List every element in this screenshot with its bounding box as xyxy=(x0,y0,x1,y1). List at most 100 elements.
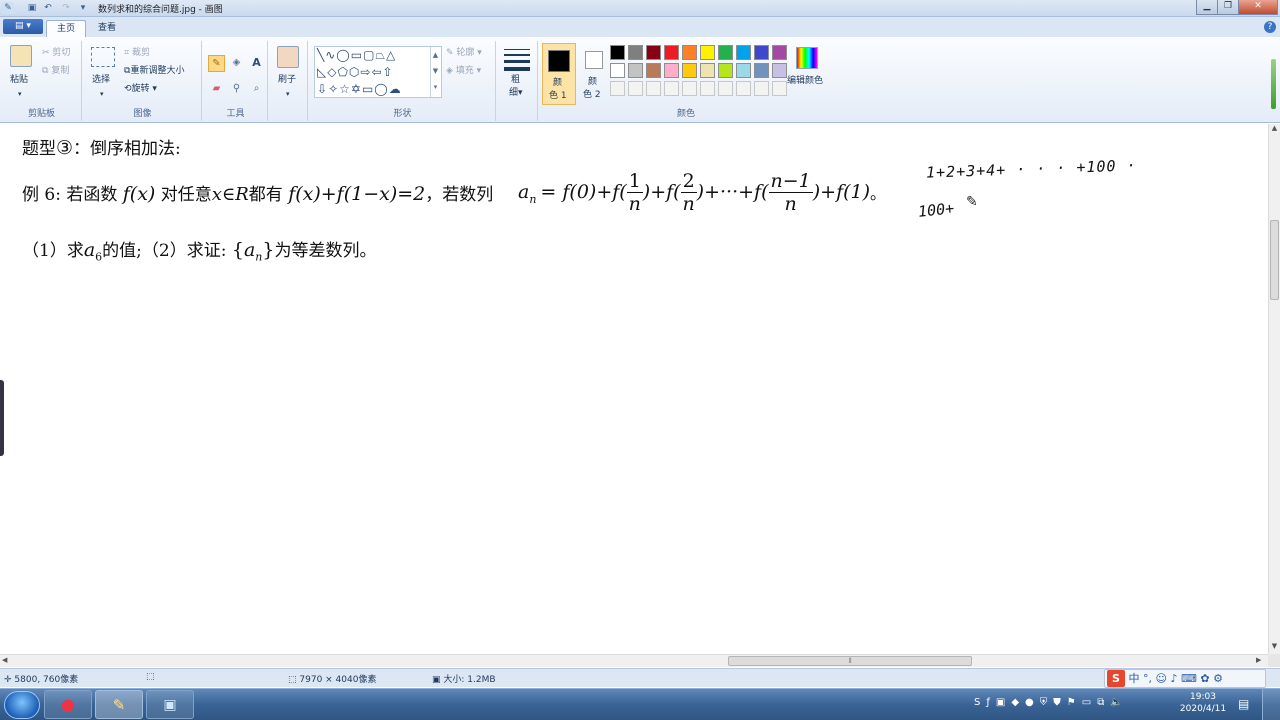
eraser-icon[interactable]: ▰ xyxy=(208,81,225,98)
copy-button[interactable]: ⧉ 复制 xyxy=(42,64,69,78)
callout-shape-icon[interactable]: ▭ xyxy=(362,82,374,96)
color1-button[interactable]: 颜 色 1 xyxy=(542,43,576,105)
outline-button[interactable]: ✎ 轮廓 ▾ xyxy=(446,46,482,60)
palette-color-swatch[interactable] xyxy=(646,45,661,60)
scroll-left-icon[interactable]: ◀ xyxy=(2,656,7,664)
ime-emoji-icon[interactable]: ☺ xyxy=(1156,672,1167,685)
paste-icon[interactable] xyxy=(10,45,32,67)
palette-custom-slot[interactable] xyxy=(754,81,769,96)
crop-button[interactable]: ⌗ 裁剪 xyxy=(124,46,150,60)
rectangle-shape-icon[interactable]: ▭ xyxy=(351,48,363,62)
palette-color-swatch[interactable] xyxy=(754,45,769,60)
tray-security-icon[interactable]: ⛨ xyxy=(1040,697,1054,708)
select-button[interactable]: 选择 xyxy=(92,73,110,87)
redo-icon[interactable]: ↷ xyxy=(60,2,72,14)
palette-color-swatch[interactable] xyxy=(772,63,787,78)
cut-button[interactable]: ✂ 剪切 xyxy=(42,46,70,60)
color-picker-icon[interactable]: ⚲ xyxy=(228,81,245,98)
polygon-shape-icon[interactable]: ⏢ xyxy=(375,48,386,62)
palette-color-swatch[interactable] xyxy=(646,63,661,78)
help-icon[interactable]: ? xyxy=(1264,21,1276,33)
six-point-star-shape-icon[interactable]: ✡ xyxy=(351,82,362,96)
tray-display-icon[interactable]: ▭ xyxy=(1082,697,1097,708)
palette-color-swatch[interactable] xyxy=(628,45,643,60)
scroll-right-icon[interactable]: ▶ xyxy=(1256,656,1261,664)
maximize-button[interactable]: ❐ xyxy=(1217,0,1239,15)
customize-quick-access-icon[interactable]: ▾ xyxy=(77,2,89,14)
palette-custom-slot[interactable] xyxy=(736,81,751,96)
save-icon[interactable]: ▣ xyxy=(26,2,38,14)
horizontal-scrollbar[interactable]: ◀ ⦀ ▶ xyxy=(0,654,1268,667)
paste-button[interactable]: 粘贴 xyxy=(10,73,28,87)
tray-network-icon[interactable]: ⧉ xyxy=(1097,697,1110,708)
edit-colors-icon[interactable] xyxy=(796,47,818,69)
pencil-icon[interactable]: ✎ xyxy=(208,55,225,72)
select-dropdown-icon[interactable]: ▾ xyxy=(100,87,104,101)
start-button[interactable] xyxy=(4,691,40,719)
hexagon-shape-icon[interactable]: ⬡ xyxy=(349,65,360,79)
five-point-star-shape-icon[interactable]: ☆ xyxy=(339,82,351,96)
palette-custom-slot[interactable] xyxy=(610,81,625,96)
cloud-callout-shape-icon[interactable]: ☁ xyxy=(389,82,402,96)
palette-custom-slot[interactable] xyxy=(682,81,697,96)
four-point-star-shape-icon[interactable]: ✧ xyxy=(328,82,339,96)
down-arrow-shape-icon[interactable]: ⇩ xyxy=(317,82,328,96)
tray-volume-icon[interactable]: 🔈 xyxy=(1110,697,1128,708)
palette-color-swatch[interactable] xyxy=(610,63,625,78)
scroll-down-icon[interactable]: ▼ xyxy=(1269,642,1280,653)
magnifier-icon[interactable]: ⌕ xyxy=(248,81,265,98)
oval-shape-icon[interactable]: ◯ xyxy=(336,48,350,62)
palette-custom-slot[interactable] xyxy=(664,81,679,96)
side-tab-handle[interactable] xyxy=(0,380,4,456)
palette-color-swatch[interactable] xyxy=(610,45,625,60)
vertical-scroll-thumb[interactable] xyxy=(1270,220,1279,300)
ime-skin-icon[interactable]: ✿ xyxy=(1200,672,1209,685)
action-center-icon[interactable]: ▤ xyxy=(1238,697,1249,711)
brush-icon[interactable] xyxy=(277,46,299,68)
palette-color-swatch[interactable] xyxy=(628,63,643,78)
palette-color-swatch[interactable] xyxy=(772,45,787,60)
size-label-thick[interactable]: 粗 xyxy=(511,73,520,87)
line-size-icon[interactable] xyxy=(504,49,530,71)
rounded-rectangle-shape-icon[interactable]: ▢ xyxy=(363,48,375,62)
tray-sogou-icon[interactable]: S xyxy=(974,697,986,708)
line-shape-icon[interactable]: ╲ xyxy=(317,48,325,62)
ime-punctuation[interactable]: °, xyxy=(1143,672,1152,685)
sogou-icon[interactable]: S xyxy=(1107,670,1125,687)
oval-callout-shape-icon[interactable]: ◯ xyxy=(374,82,388,96)
ime-voice-icon[interactable]: ♪ xyxy=(1170,672,1177,685)
color2-button[interactable]: 颜 色 2 xyxy=(580,43,612,105)
taskbar-paint-icon[interactable]: ✎ xyxy=(95,690,143,719)
right-triangle-shape-icon[interactable]: ◺ xyxy=(317,65,327,79)
resize-button[interactable]: ⧉重新调整大小 xyxy=(124,64,184,78)
tab-home[interactable]: 主页 xyxy=(46,20,87,37)
up-arrow-shape-icon[interactable]: ⇧ xyxy=(383,65,394,79)
ime-keyboard-icon[interactable]: ⌨ xyxy=(1181,672,1197,685)
palette-custom-slot[interactable] xyxy=(700,81,715,96)
palette-color-swatch[interactable] xyxy=(736,45,751,60)
palette-color-swatch[interactable] xyxy=(736,63,751,78)
palette-color-swatch[interactable] xyxy=(682,63,697,78)
ime-tools-icon[interactable]: ⚙ xyxy=(1213,672,1223,685)
right-arrow-shape-icon[interactable]: ⇨ xyxy=(360,65,371,79)
palette-custom-slot[interactable] xyxy=(772,81,787,96)
triangle-shape-icon[interactable]: △ xyxy=(386,48,396,62)
close-button[interactable]: ✕ xyxy=(1238,0,1278,15)
brushes-button[interactable]: 刷子 xyxy=(278,73,296,87)
palette-custom-slot[interactable] xyxy=(646,81,661,96)
palette-custom-slot[interactable] xyxy=(628,81,643,96)
palette-custom-slot[interactable] xyxy=(718,81,733,96)
edit-colors-button[interactable]: 编辑颜色 xyxy=(787,74,823,88)
clock[interactable]: 19:03 2020/4/11 xyxy=(1178,692,1228,714)
minimize-button[interactable]: ▁ xyxy=(1196,0,1218,15)
drawing-canvas[interactable]: 题型③：倒序相加法: 例 6: 若函数 f(x) 对任意x∈R都有 f(x)+f… xyxy=(0,124,1268,654)
curve-shape-icon[interactable]: ∿ xyxy=(325,48,336,62)
vertical-scrollbar[interactable]: ▲ ▼ xyxy=(1268,124,1280,654)
select-icon[interactable] xyxy=(91,47,115,67)
palette-color-swatch[interactable] xyxy=(700,63,715,78)
horizontal-scroll-thumb[interactable]: ⦀ xyxy=(728,656,972,666)
shapes-gallery[interactable]: ╲∿◯▭▢⏢△ ◺◇⬠⬡⇨⇦⇧ ⇩✧☆✡▭◯☁ xyxy=(314,46,442,98)
fill-bucket-icon[interactable]: ◈ xyxy=(228,55,245,72)
tray-wechat-icon[interactable]: ● xyxy=(1025,697,1040,708)
tab-view[interactable]: 查看 xyxy=(88,20,126,37)
